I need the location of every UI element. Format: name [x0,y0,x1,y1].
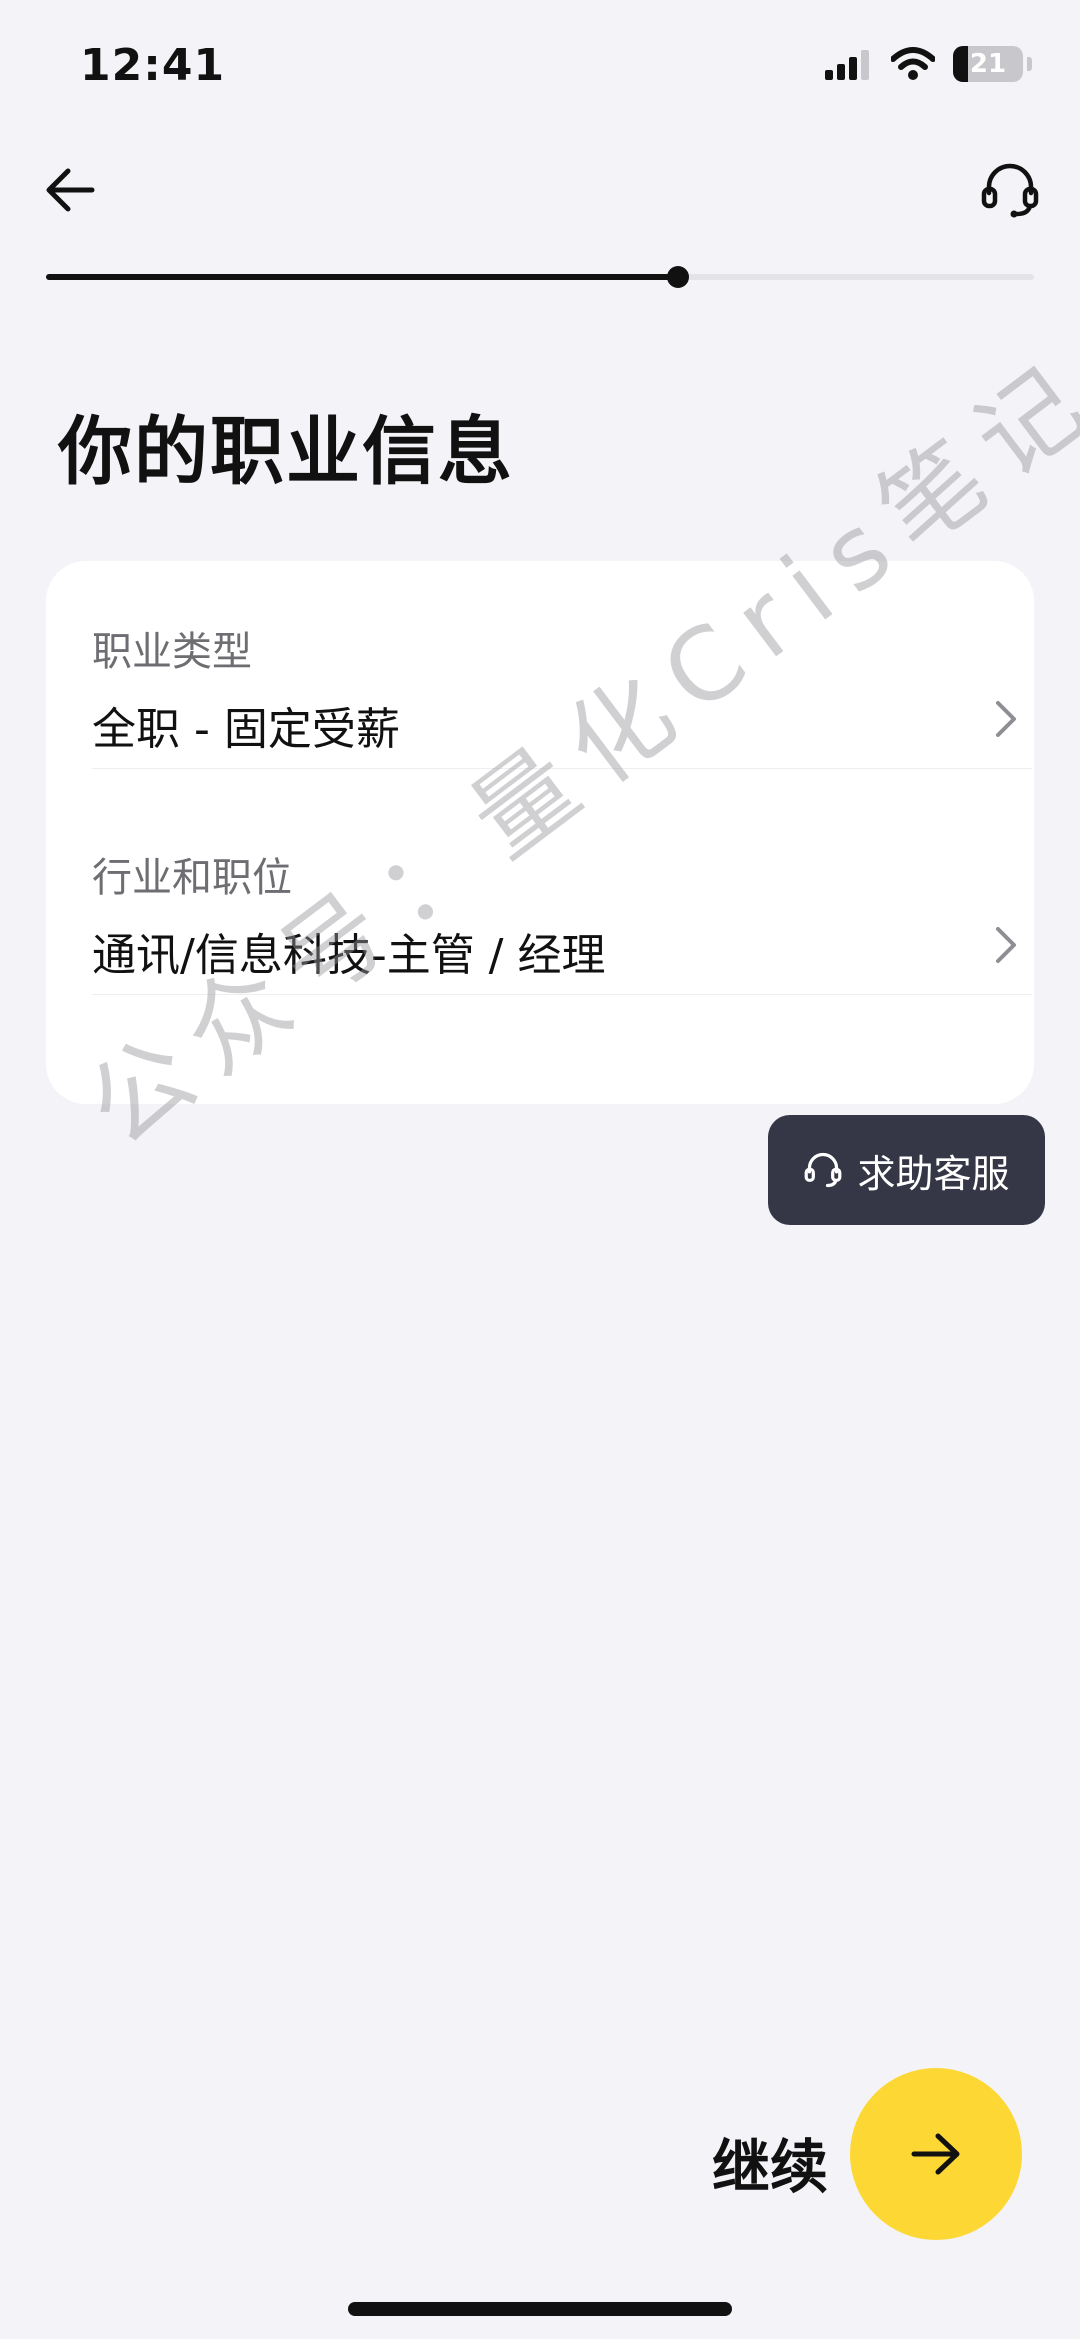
field-label: 职业类型 [92,629,252,675]
help-customer-service-button[interactable]: 求助客服 [768,1115,1045,1225]
continue-label[interactable]: 继续 [712,2120,828,2204]
field-value: 全职 - 固定受薪 [92,704,400,755]
back-button[interactable] [30,150,110,230]
field-value: 通讯/信息科技-主管 / 经理 [92,930,606,981]
occupation-type-field[interactable]: 职业类型 全职 - 固定受薪 [92,629,1032,769]
chevron-right-icon [996,927,1016,963]
status-time: 12:41 [80,40,226,91]
occupation-card: 职业类型 全职 - 固定受薪 行业和职位 通讯/信息科技-主管 / 经理 [46,561,1034,1104]
chevron-right-icon [996,701,1016,737]
progress-bar [46,266,1034,288]
field-label: 行业和职位 [92,855,292,901]
page-title: 你的职业信息 [58,409,514,495]
battery-icon: 21 [953,46,1023,82]
status-icons: 21 [825,46,1032,82]
wifi-icon [891,47,935,80]
continue-button[interactable] [850,2068,1022,2240]
signal-icon [825,50,869,80]
arrow-right-icon [911,2133,960,2175]
battery-cap [1027,57,1032,71]
headset-icon [805,1152,842,1188]
help-label: 求助客服 [857,1151,1010,1196]
battery-level: 21 [969,49,1007,79]
headset-icon [981,163,1039,218]
home-indicator [348,2302,732,2316]
progress-knob [667,266,690,288]
industry-position-field[interactable]: 行业和职位 通讯/信息科技-主管 / 经理 [92,855,1032,995]
arrow-left-icon [46,168,95,212]
progress-fill [46,274,679,280]
customer-service-button[interactable] [970,150,1050,230]
